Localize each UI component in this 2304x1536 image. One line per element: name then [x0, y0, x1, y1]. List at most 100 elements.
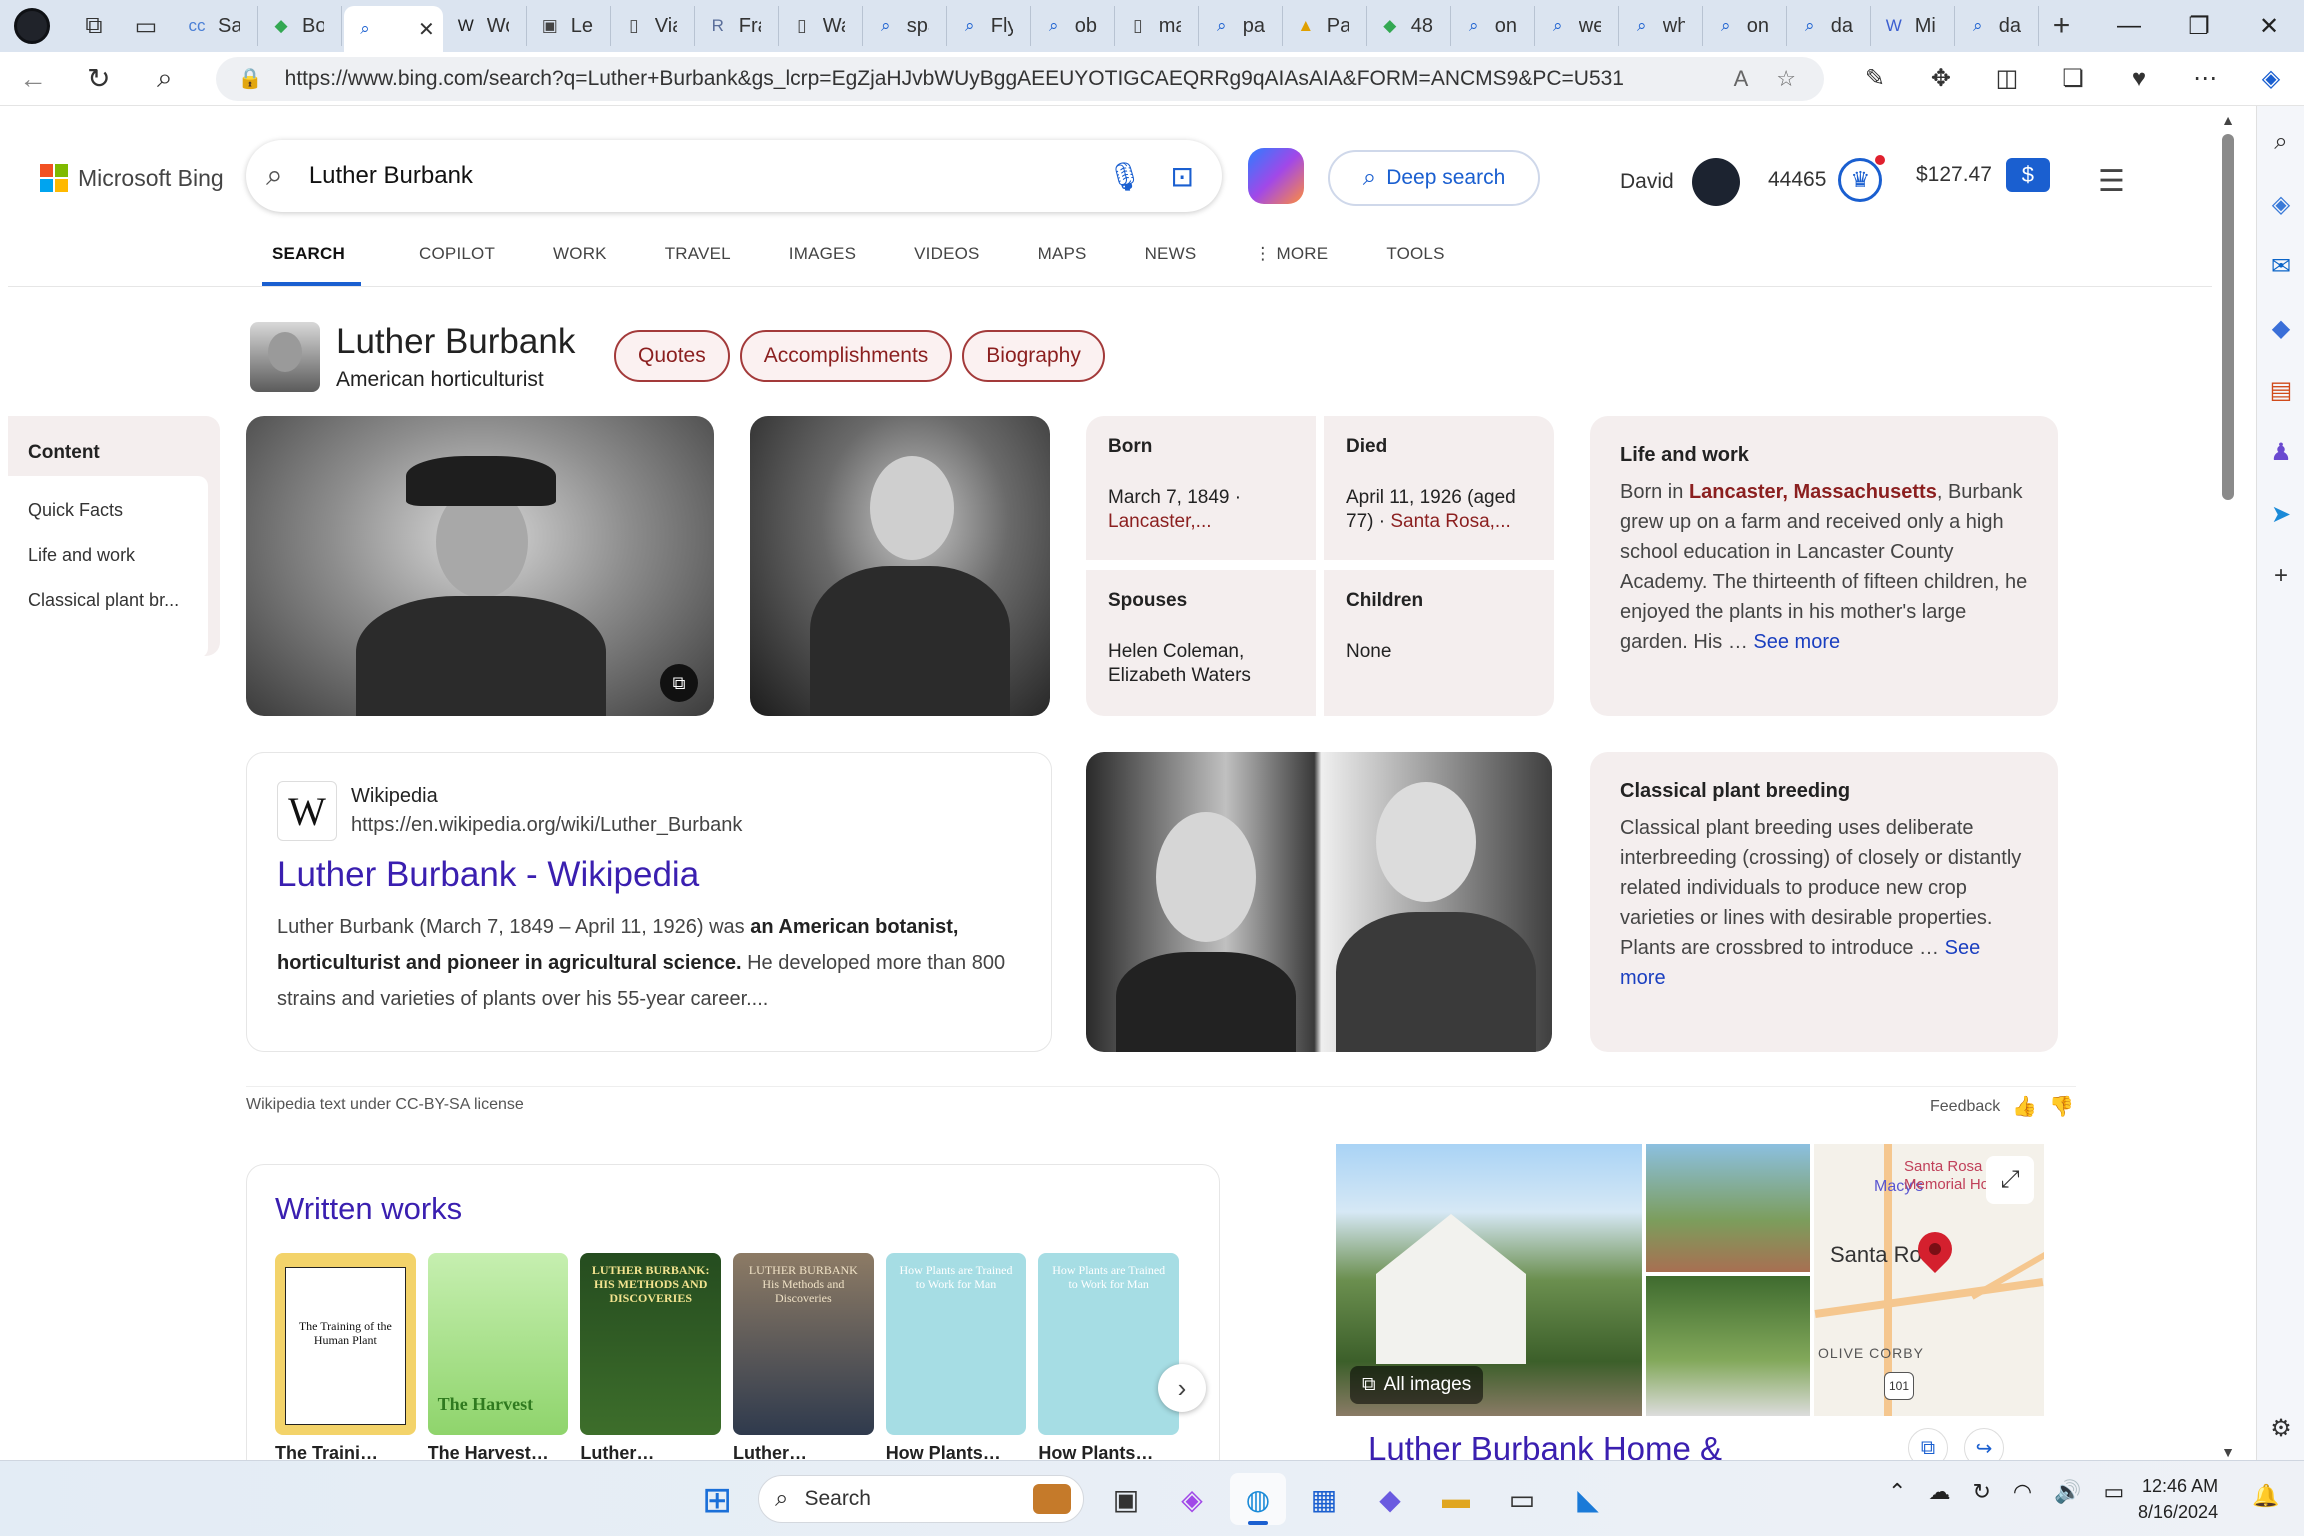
file-explorer-icon[interactable]: ▬: [1428, 1473, 1484, 1525]
add-sidebar-app-icon[interactable]: +: [2257, 562, 2304, 602]
games-icon[interactable]: ♟: [2257, 438, 2304, 478]
search-input[interactable]: Luther Burbank: [309, 162, 1107, 190]
scope-tab[interactable]: TRAVEL: [665, 244, 731, 286]
browser-tab[interactable]: ⌕ par: [1201, 6, 1283, 46]
wiki-url[interactable]: https://en.wikipedia.org/wiki/Luther_Bur…: [351, 814, 742, 837]
search-box[interactable]: ⌕ Luther Burbank 🎙 ⊡: [246, 140, 1222, 212]
extension-icon[interactable]: ✎: [1842, 64, 1908, 93]
entity-pill-button[interactable]: Accomplishments: [739, 330, 953, 382]
browser-tab[interactable]: ⌕ Fly: [949, 6, 1031, 46]
terminal-icon[interactable]: ▭: [1494, 1473, 1550, 1525]
copilot-button[interactable]: [1248, 148, 1304, 204]
scope-tab[interactable]: SEARCH: [262, 244, 361, 286]
volume-icon[interactable]: 🔊: [2054, 1479, 2081, 1505]
refresh-button[interactable]: ↻: [66, 62, 132, 95]
microsoft-store-icon[interactable]: ▦: [1296, 1473, 1352, 1525]
scope-tab[interactable]: COPILOT: [419, 244, 495, 286]
url-text[interactable]: https://www.bing.com/search?q=Luther+Bur…: [285, 67, 1734, 91]
browser-tab[interactable]: W Wo: [445, 6, 527, 46]
scope-tab[interactable]: NEWS: [1145, 244, 1197, 286]
copilot-app-icon[interactable]: ◈: [1164, 1473, 1220, 1525]
browser-tab[interactable]: ▲ Par: [1285, 6, 1367, 46]
user-avatar[interactable]: [1691, 158, 1740, 206]
book-cover[interactable]: The Harvest: [427, 1253, 569, 1435]
browser-tab[interactable]: ⌕ we: [1537, 6, 1619, 46]
page-scrollbar[interactable]: ▲ ▼: [2218, 112, 2238, 1460]
thumbs-up-icon[interactable]: 👍: [2012, 1094, 2037, 1119]
taskbar-search[interactable]: ⌕ Search: [758, 1475, 1084, 1523]
user-account[interactable]: David: [1620, 158, 1740, 206]
book-title[interactable]: The Harvest…: [428, 1443, 569, 1460]
back-button[interactable]: ←: [0, 63, 66, 95]
save-place-icon[interactable]: ⧉: [1908, 1428, 1948, 1460]
browser-tab[interactable]: ⌕ ob:: [1033, 6, 1115, 46]
deep-search-button[interactable]: ⌕ Deep search: [1328, 150, 1540, 206]
browser-tab[interactable]: ⌕ on: [1453, 6, 1535, 46]
send-icon[interactable]: ➤: [2257, 500, 2304, 540]
feedback-label[interactable]: Feedback: [1930, 1098, 2000, 1116]
rewards-balance[interactable]: $127.47 $: [1916, 158, 2050, 192]
dollar-icon[interactable]: $: [2005, 158, 2050, 192]
task-view-icon[interactable]: ▣: [1098, 1473, 1154, 1525]
book-title[interactable]: Luther…: [580, 1443, 721, 1460]
book-title[interactable]: How Plants…: [886, 1443, 1027, 1460]
book-title[interactable]: How Plants…: [1038, 1443, 1179, 1460]
search-icon[interactable]: ⌕: [266, 159, 283, 193]
browser-tab[interactable]: ◆ 48°: [1369, 6, 1451, 46]
new-tab-button[interactable]: +: [2053, 9, 2071, 43]
bing-logo[interactable]: Microsoft Bing: [40, 164, 224, 192]
shopping-tag-icon[interactable]: ◆: [2257, 314, 2304, 354]
vscode-icon[interactable]: ◣: [1560, 1473, 1616, 1525]
book-cover[interactable]: The Training of the Human Plant: [275, 1253, 416, 1435]
close-window-button[interactable]: ✕: [2234, 12, 2304, 41]
garden-photo-top[interactable]: [1646, 1144, 1810, 1272]
toc-item[interactable]: Classical plant br...: [28, 590, 198, 611]
edge-browser-icon[interactable]: ◍: [1230, 1473, 1286, 1525]
written-works-heading[interactable]: Written works: [275, 1191, 1191, 1227]
wifi-icon[interactable]: ◠: [2013, 1479, 2032, 1505]
search-icon[interactable]: ⌕: [132, 62, 198, 95]
scope-tab[interactable]: VIDEOS: [914, 244, 979, 286]
copilot-pwa-icon[interactable]: ◆: [1362, 1473, 1418, 1525]
license-text[interactable]: Wikipedia text under CC-BY-SA license: [246, 1096, 524, 1114]
toc-item[interactable]: Life and work: [28, 545, 198, 566]
workspaces-icon[interactable]: ⧉: [72, 4, 116, 48]
place-title-link[interactable]: Luther Burbank Home &: [1368, 1430, 1722, 1460]
copilot-sidebar-icon[interactable]: ◈: [2238, 64, 2304, 93]
scope-tab[interactable]: TOOLS: [1386, 244, 1444, 286]
browser-tab[interactable]: ⌕ wh: [1621, 6, 1703, 46]
vertical-tabs-icon[interactable]: ▭: [124, 4, 168, 48]
died-place-link[interactable]: Santa Rosa,...: [1390, 511, 1510, 532]
scroll-up-icon[interactable]: ▲: [2218, 112, 2238, 128]
feedback[interactable]: Feedback 👍 👎: [1930, 1094, 2074, 1119]
browser-essentials-icon[interactable]: ♥: [2106, 65, 2172, 93]
portrait-photos-pair[interactable]: [1086, 752, 1552, 1052]
life-place-link[interactable]: Lancaster, Massachusetts: [1689, 481, 1937, 503]
toc-item[interactable]: Quick Facts: [28, 500, 198, 521]
portrait-photo-seated[interactable]: [750, 416, 1050, 716]
copilot-icon[interactable]: ◈: [2257, 190, 2304, 230]
cloud-icon[interactable]: ☁: [1928, 1479, 1950, 1505]
book-cover[interactable]: How Plants are Trained to Work for Man: [885, 1253, 1027, 1435]
book-cover[interactable]: How Plants are Trained to Work for Man: [1038, 1253, 1180, 1435]
browser-tab[interactable]: ⌕ ✕: [344, 6, 443, 52]
see-more-link[interactable]: See more: [1753, 631, 1840, 653]
minimize-button[interactable]: —: [2094, 12, 2164, 40]
outlook-icon[interactable]: ✉: [2257, 252, 2304, 292]
wiki-title-link[interactable]: Luther Burbank - Wikipedia: [277, 855, 1021, 895]
battery-icon[interactable]: ▭: [2103, 1479, 2124, 1505]
wiki-source[interactable]: W Wikipedia https://en.wikipedia.org/wik…: [277, 781, 1021, 841]
browser-tab[interactable]: ▯ Wa: [781, 6, 863, 46]
settings-gear-icon[interactable]: ⚙: [2257, 1414, 2304, 1454]
search-icon[interactable]: ⌕: [2257, 128, 2304, 168]
browser-profile-avatar[interactable]: [14, 8, 50, 44]
garden-photo-bottom[interactable]: [1646, 1276, 1810, 1416]
visual-search-icon[interactable]: ⊡: [1171, 160, 1194, 193]
book-title[interactable]: Luther…: [733, 1443, 874, 1460]
scope-tab[interactable]: ⋮ MORE: [1254, 244, 1328, 286]
all-images-button[interactable]: ⧉ All images: [1350, 1366, 1484, 1404]
thumbs-down-icon[interactable]: 👎: [2049, 1094, 2074, 1119]
born-place-link[interactable]: Lancaster,...: [1108, 511, 1212, 532]
book-cover[interactable]: LUTHER BURBANK: HIS METHODS AND DISCOVER…: [580, 1253, 722, 1435]
browser-tab[interactable]: cc Sar: [176, 6, 258, 46]
